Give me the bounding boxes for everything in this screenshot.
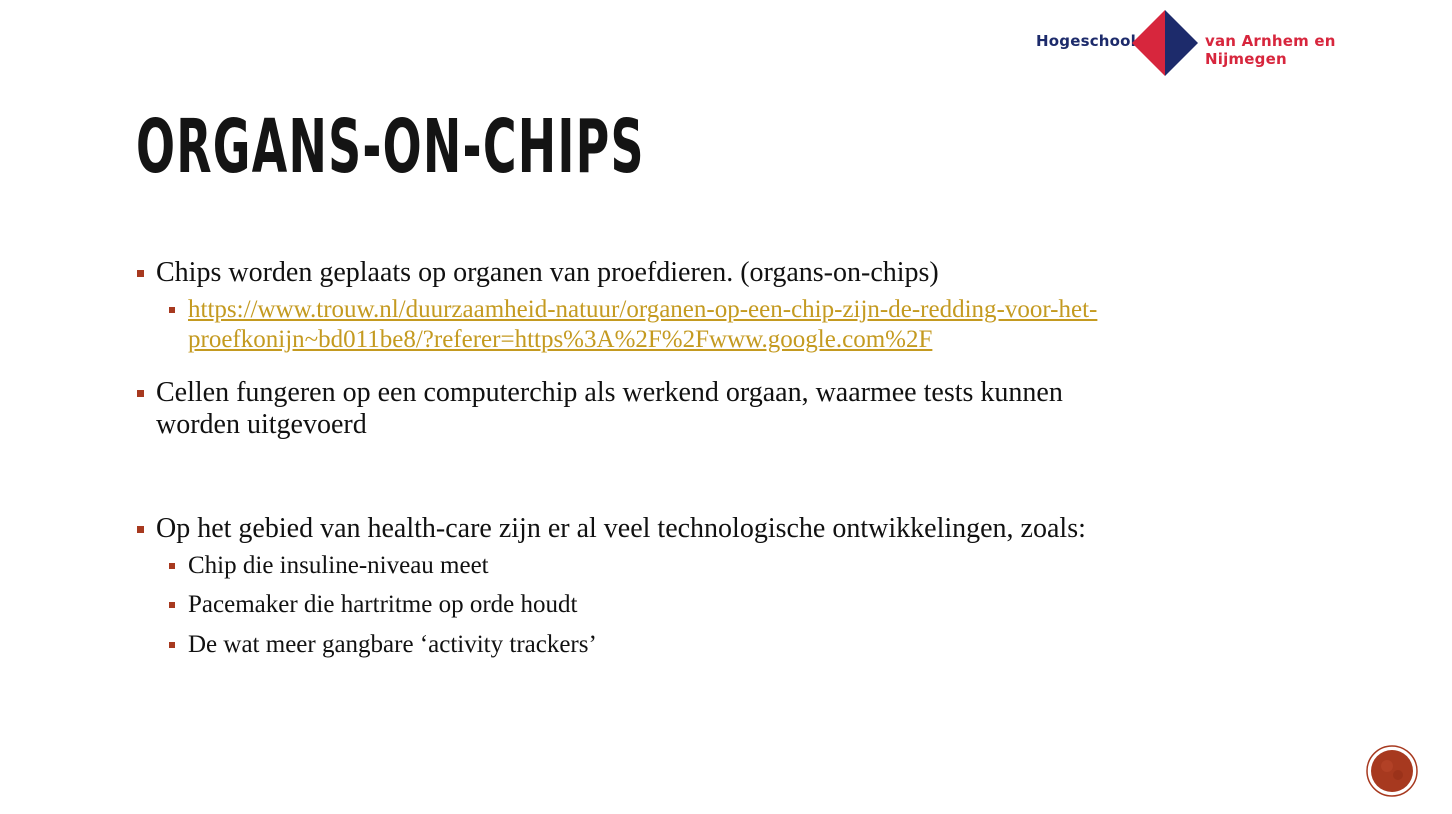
bullet-text-line1: Cellen fungeren op een computerchip als … bbox=[156, 377, 1063, 408]
bullet-marker bbox=[137, 270, 144, 277]
slide-title: ORGANS-ON-CHIPS bbox=[136, 104, 645, 190]
bullet-marker bbox=[137, 526, 144, 533]
bullet-insuline: Chip die insuline-niveau meet bbox=[169, 551, 1288, 581]
bullet-marker bbox=[169, 642, 175, 648]
logo-right-text: van Arnhem en Nijmegen bbox=[1205, 32, 1336, 68]
bullet-text: Pacemaker die hartritme op orde houdt bbox=[188, 591, 578, 618]
bullet-health-care: Op het gebied van health-care zijn er al… bbox=[137, 513, 1356, 545]
bullet-trouw-link: https://www.trouw.nl/duurzaamheid-natuur… bbox=[169, 295, 1388, 355]
trouw-article-link[interactable]: https://www.trouw.nl/duurzaamheid-natuur… bbox=[188, 296, 1097, 353]
bullet-cellen: Cellen fungeren op een computerchip als … bbox=[137, 377, 1356, 441]
bullet-organs-on-chips: Chips worden geplaats op organen van pro… bbox=[137, 257, 1356, 289]
bullet-text-line2: worden uitgevoerd bbox=[156, 409, 367, 440]
bullet-text: De wat meer gangbare ‘activity trackers’ bbox=[188, 631, 597, 658]
bullet-marker bbox=[169, 307, 175, 313]
bullet-marker bbox=[169, 563, 175, 569]
hogeschool-logo: Hogeschool van Arnhem en Nijmegen bbox=[1034, 8, 1414, 80]
logo-left-text: Hogeschool bbox=[1036, 32, 1137, 50]
bullet-activity-trackers: De wat meer gangbare ‘activity trackers’ bbox=[169, 630, 1288, 660]
bullet-text: Chips worden geplaats op organen van pro… bbox=[156, 257, 939, 288]
slide-corner-circle-icon bbox=[1366, 745, 1418, 797]
bullet-marker bbox=[169, 602, 175, 608]
bullet-text: Op het gebied van health-care zijn er al… bbox=[156, 513, 1086, 544]
bullet-pacemaker: Pacemaker die hartritme op orde houdt bbox=[169, 590, 1288, 620]
logo-diamond-icon bbox=[1132, 10, 1198, 76]
bullet-marker bbox=[137, 390, 144, 397]
bullet-text: Chip die insuline-niveau meet bbox=[188, 552, 489, 579]
